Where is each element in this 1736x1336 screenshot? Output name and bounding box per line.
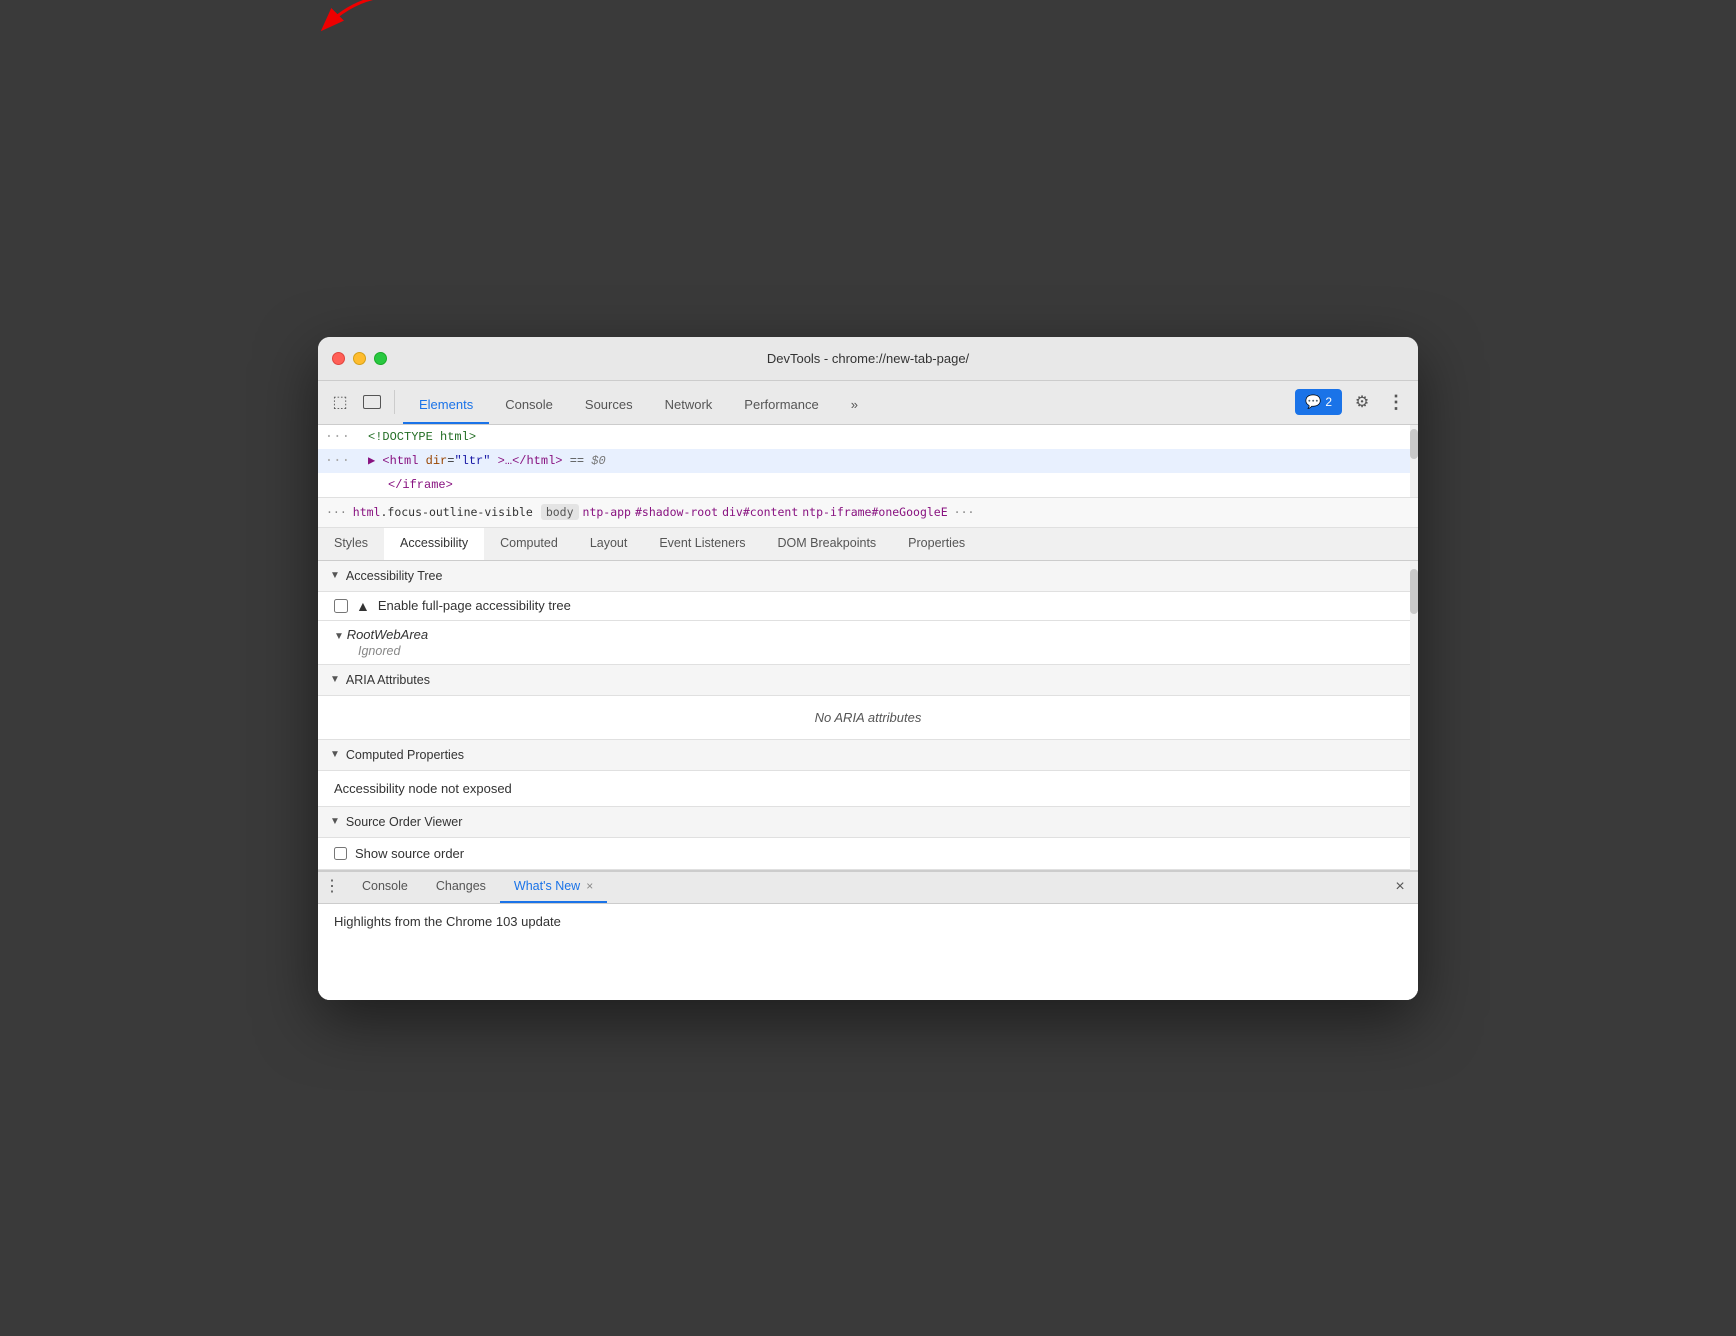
computed-body: Accessibility node not exposed (318, 771, 1418, 807)
breadcrumb-more[interactable]: ··· (326, 505, 347, 519)
drawer-content: Highlights from the Chrome 103 update (318, 904, 1418, 1000)
tab-computed[interactable]: Computed (484, 528, 574, 560)
inspect-icon: ⬚ (332, 392, 347, 412)
tab-performance[interactable]: Performance (728, 388, 834, 424)
vertical-dots-icon: ⋮ (1387, 392, 1405, 413)
enable-full-page-checkbox[interactable] (334, 599, 348, 613)
html-line-html[interactable]: ··· ▶ <html dir="ltr" >…</html> == $0 (318, 449, 1418, 473)
html-line-iframe: </iframe> (318, 473, 1418, 497)
bottom-drawer: ⋮ Console Changes What's New × × Highlig… (318, 870, 1418, 1000)
scrollbar-track[interactable] (1410, 425, 1418, 497)
html-panel: ··· <!DOCTYPE html> ··· ▶ <html dir="ltr… (318, 425, 1418, 498)
breadcrumb-body[interactable]: body (541, 504, 579, 520)
toolbar-divider (394, 390, 395, 414)
drawer-tab-close-icon[interactable]: × (586, 879, 593, 893)
devtools-body: ··· <!DOCTYPE html> ··· ▶ <html dir="ltr… (318, 425, 1418, 1000)
tab-properties[interactable]: Properties (892, 528, 981, 560)
device-icon (363, 395, 381, 409)
enable-full-page-row: ▲ Enable full-page accessibility tree (318, 592, 1418, 621)
drawer-menu-icon[interactable]: ⋮ (324, 879, 340, 895)
aria-attributes-header[interactable]: ▼ ARIA Attributes (318, 665, 1418, 696)
source-order-body: Show source order (318, 838, 1418, 870)
gutter-dots-2: ··· (318, 452, 358, 470)
triangle-icon-aria: ▼ (330, 674, 340, 685)
minimize-button[interactable] (353, 352, 366, 365)
close-button[interactable] (332, 352, 345, 365)
chat-icon: 💬 (1305, 394, 1321, 410)
triangle-icon-source-order: ▼ (330, 816, 340, 827)
breadcrumb-shadow-root[interactable]: #shadow-root (635, 505, 718, 519)
window-title: DevTools - chrome://new-tab-page/ (767, 351, 969, 366)
gear-icon: ⚙ (1355, 392, 1369, 412)
triangle-icon: ▼ (330, 570, 340, 581)
drawer-tab-changes[interactable]: Changes (422, 872, 500, 903)
main-toolbar: ⬚ Elements Console Sources Network Perfo… (318, 381, 1418, 425)
accessibility-panel: ▼ Accessibility Tree ▲ Enable full-page … (318, 561, 1418, 870)
traffic-lights (332, 352, 387, 365)
settings-button[interactable]: ⚙ (1348, 388, 1376, 416)
breadcrumb-ntp-iframe[interactable]: ntp-iframe#oneGoogleE (802, 505, 947, 519)
accessibility-tree-header[interactable]: ▼ Accessibility Tree (318, 561, 1418, 592)
panel-scrollbar-track[interactable] (1410, 561, 1418, 870)
drawer-tab-console[interactable]: Console (348, 872, 422, 903)
panel-scrollbar-thumb[interactable] (1410, 569, 1418, 614)
scrollbar-thumb[interactable] (1410, 429, 1418, 459)
tab-styles[interactable]: Styles (318, 528, 384, 560)
source-order-header[interactable]: ▼ Source Order Viewer (318, 807, 1418, 838)
main-tabs: Elements Console Sources Network Perform… (403, 381, 1291, 424)
root-web-area-title[interactable]: RootWebArea (334, 627, 1402, 642)
html-line-doctype: ··· <!DOCTYPE html> (318, 425, 1418, 449)
drawer-tabs: ⋮ Console Changes What's New × × (318, 872, 1418, 904)
computed-properties-header[interactable]: ▼ Computed Properties (318, 740, 1418, 771)
tab-sources[interactable]: Sources (569, 388, 649, 424)
breadcrumb-ntp-app[interactable]: ntp-app (583, 505, 631, 519)
gutter-dots: ··· (318, 428, 358, 446)
maximize-button[interactable] (374, 352, 387, 365)
tab-dom-breakpoints[interactable]: DOM Breakpoints (762, 528, 893, 560)
tab-console[interactable]: Console (489, 388, 569, 424)
tab-layout[interactable]: Layout (574, 528, 644, 560)
devtools-window: DevTools - chrome://new-tab-page/ ⬚ Elem… (318, 337, 1418, 1000)
drawer-close-button[interactable]: × (1388, 875, 1412, 899)
tab-event-listeners[interactable]: Event Listeners (643, 528, 761, 560)
triangle-icon-computed: ▼ (330, 749, 340, 760)
tab-elements[interactable]: Elements (403, 388, 489, 424)
breadcrumb-div-content[interactable]: div#content (722, 505, 798, 519)
tab-network[interactable]: Network (649, 388, 729, 424)
show-source-order-checkbox[interactable] (334, 847, 347, 860)
device-toolbar-button[interactable] (358, 388, 386, 416)
sub-tabs: Styles Accessibility Computed Layout Eve… (318, 528, 1418, 561)
tab-more[interactable]: » (835, 388, 874, 424)
titlebar: DevTools - chrome://new-tab-page/ (318, 337, 1418, 381)
tab-accessibility[interactable]: Accessibility (384, 528, 484, 560)
breadcrumb-html[interactable]: html.focus-outline-visible (353, 505, 533, 519)
more-options-button[interactable]: ⋮ (1382, 388, 1410, 416)
chat-button[interactable]: 💬 2 (1295, 389, 1342, 415)
toolbar-right: 💬 2 ⚙ ⋮ (1295, 388, 1410, 416)
no-aria-text: No ARIA attributes (318, 696, 1418, 740)
beacon-icon: ▲ (356, 598, 370, 614)
inspect-element-button[interactable]: ⬚ (326, 388, 354, 416)
root-web-area-ignored: Ignored (334, 642, 1402, 658)
breadcrumb-bar: ··· html.focus-outline-visible body ntp-… (318, 498, 1418, 528)
root-web-area-row: RootWebArea Ignored (318, 621, 1418, 665)
close-icon: × (1395, 878, 1404, 896)
drawer-tab-whats-new[interactable]: What's New × (500, 872, 607, 903)
